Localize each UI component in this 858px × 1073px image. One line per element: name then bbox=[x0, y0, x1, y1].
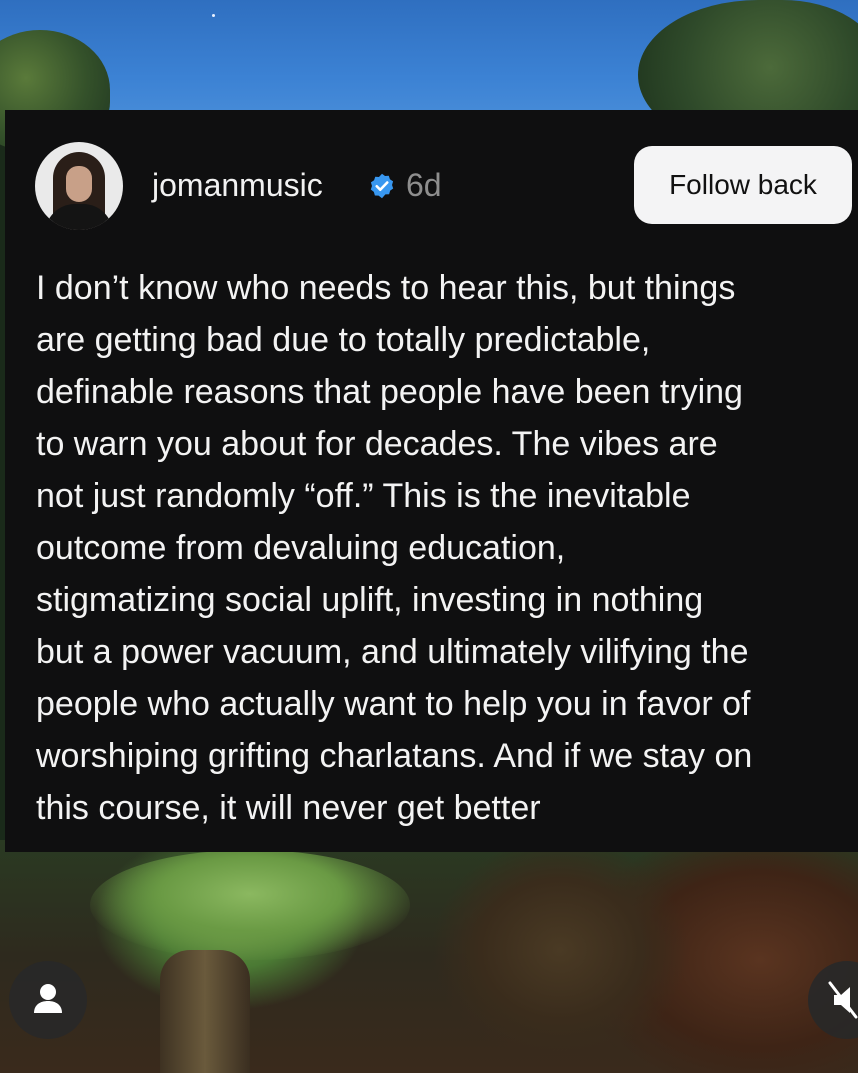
verified-badge-icon bbox=[370, 173, 394, 199]
post-text-line: this course, it will never get better bbox=[36, 789, 541, 827]
person-icon bbox=[34, 984, 62, 1013]
tree-leaves bbox=[90, 850, 410, 960]
post-text-line: are getting bad due to totally predictab… bbox=[36, 321, 651, 359]
post-text-line: but a power vacuum, and ultimately vilif… bbox=[36, 633, 749, 671]
post-text-line: stigmatizing social uplift, investing in… bbox=[36, 581, 704, 619]
post-text-line: not just randomly “off.” This is the ine… bbox=[36, 477, 691, 515]
post-text-line: people who actually want to help you in … bbox=[36, 685, 751, 723]
post-text-line: to warn you about for decades. The vibes… bbox=[36, 425, 718, 463]
avatar-face bbox=[66, 166, 92, 202]
post-text-line: definable reasons that people have been … bbox=[36, 373, 743, 411]
mute-button[interactable] bbox=[808, 961, 858, 1039]
post-text: I don’t know who needs to hear this, but… bbox=[36, 262, 836, 834]
post-text-line: I don’t know who needs to hear this, but… bbox=[36, 269, 736, 307]
avatar[interactable] bbox=[35, 142, 123, 230]
tree-trunk bbox=[160, 950, 250, 1073]
post-text-line: outcome from devaluing education, bbox=[36, 529, 566, 567]
post-time: 6d bbox=[406, 167, 442, 203]
username[interactable]: jomanmusic bbox=[152, 167, 323, 204]
follow-back-button[interactable]: Follow back bbox=[634, 146, 852, 224]
star bbox=[212, 14, 215, 17]
post-text-line: worshiping grifting charlatans. And if w… bbox=[36, 737, 753, 775]
profile-button[interactable] bbox=[9, 961, 87, 1039]
speaker-muted-icon bbox=[828, 981, 858, 1019]
